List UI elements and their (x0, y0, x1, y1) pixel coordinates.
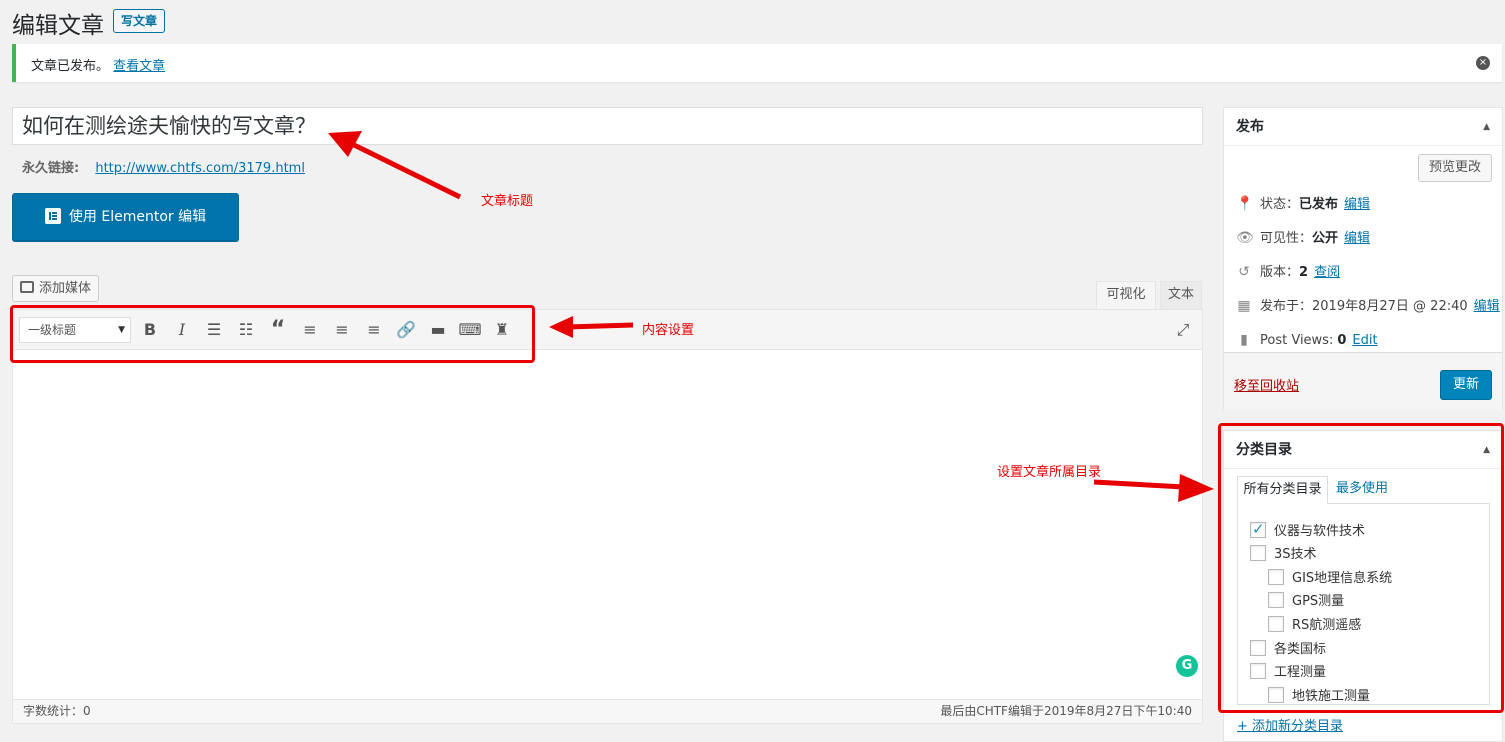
editor-status-bar: 字数统计：0 最后由CHTF编辑于2019年8月27日下午10:40 (13, 699, 1202, 723)
revisions-row: ↺ 版本：2 查阅 (1236, 262, 1340, 282)
edit-views-link[interactable]: Edit (1352, 333, 1377, 348)
post-title-input[interactable]: 如何在测绘途夫愉快的写文章？ (12, 107, 1203, 145)
views-value: 0 (1337, 333, 1347, 348)
fullscreen-icon[interactable]: ⤢ (1171, 318, 1195, 342)
new-post-button[interactable]: 写文章 (113, 9, 166, 33)
visibility-row: 👁 可见性：公开 编辑 (1236, 228, 1370, 248)
media-icon (20, 281, 34, 293)
content-arrow-icon (549, 316, 634, 338)
permalink-label: 永久链接: (22, 161, 80, 176)
post-views-row: ▮ Post Views: 0 Edit (1236, 330, 1377, 350)
publish-box: 发布 ▲ 预览更改 📍 状态：已发布 编辑 👁 可见性：公开 编辑 ↺ 版本：2 查阅 ▦ 发… (1223, 107, 1503, 410)
revisions-label: 版本： (1260, 265, 1300, 280)
elementor-button-label: 使用 Elementor 编辑 (68, 209, 207, 225)
calendar-icon: ▦ (1237, 298, 1251, 314)
visibility-value: 公开 (1312, 231, 1339, 246)
revisions-value: 2 (1299, 265, 1309, 280)
status-row: 📍 状态：已发布 编辑 (1236, 194, 1370, 214)
add-media-label: 添加媒体 (39, 281, 92, 296)
elementor-icon (44, 208, 61, 224)
editor-body[interactable] (13, 350, 1202, 700)
preview-changes-button[interactable]: 预览更改 (1418, 154, 1492, 182)
published-row: ▦ 发布于：2019年8月27日 @ 22:40 编辑 (1236, 296, 1500, 316)
permalink-link[interactable]: http://www.chtfs.com/3179.html (95, 161, 305, 176)
tab-text[interactable]: 文本 (1160, 281, 1202, 309)
publish-actions: 移至回收站 更新 (1224, 352, 1502, 410)
add-new-category-link[interactable]: + 添加新分类目录 (1237, 715, 1343, 734)
status-label: 状态： (1260, 197, 1300, 212)
published-value: 2019年8月27日 @ 22:40 (1312, 299, 1468, 314)
tab-all-categories[interactable]: 所有分类目录 (1237, 476, 1328, 504)
status-value: 已发布 (1299, 197, 1339, 212)
notice-text: 文章已发布。 (31, 59, 110, 74)
publish-heading: 发布 (1236, 119, 1264, 135)
chart-bars-icon: ▮ (1240, 332, 1248, 348)
history-icon: ↺ (1238, 264, 1250, 280)
edit-visibility-link[interactable]: 编辑 (1344, 231, 1370, 246)
category-arrow-icon (1093, 474, 1214, 502)
annotation-title: 文章标题 (481, 194, 534, 209)
page-title: 编辑文章 (12, 13, 104, 39)
edit-status-link[interactable]: 编辑 (1344, 197, 1370, 212)
published-label: 发布于： (1260, 299, 1313, 314)
annotation-content: 内容设置 (642, 323, 695, 338)
dismiss-icon[interactable]: × (1476, 56, 1490, 70)
publish-notice: 文章已发布。 查看文章 × (12, 44, 1502, 82)
category-highlight-box (1218, 423, 1504, 713)
tab-visual[interactable]: 可视化 (1096, 281, 1156, 309)
update-button[interactable]: 更新 (1440, 370, 1492, 400)
notice-message: 文章已发布。 查看文章 (31, 55, 165, 74)
browse-revisions-link[interactable]: 查阅 (1314, 265, 1340, 280)
elementor-edit-button[interactable]: 使用 Elementor 编辑 (12, 193, 239, 241)
content-editor: 一级标题 B I ☰ ☷ “ ≡ ≡ ≡ 🔗 ▬ ⌨ ♜ ⤢ G 字数统计：0 … (12, 309, 1203, 724)
word-count: 字数统计：0 (23, 704, 91, 718)
title-arrow-icon (328, 131, 462, 200)
toolbar-highlight-box (10, 305, 535, 363)
collapse-icon[interactable]: ▲ (1483, 108, 1490, 146)
last-edited: 最后由CHTF编辑于2019年8月27日下午10:40 (940, 704, 1192, 718)
publish-box-header[interactable]: 发布 ▲ (1224, 108, 1502, 146)
eye-icon: 👁 (1236, 230, 1254, 246)
add-media-button[interactable]: 添加媒体 (12, 275, 100, 302)
edit-date-link[interactable]: 编辑 (1474, 299, 1500, 314)
pin-icon: 📍 (1236, 196, 1254, 212)
views-label: Post Views: (1260, 333, 1334, 348)
annotation-category: 设置文章所属目录 (997, 465, 1102, 480)
grammarly-icon[interactable]: G (1176, 655, 1198, 677)
visibility-label: 可见性： (1260, 231, 1313, 246)
move-to-trash-link[interactable]: 移至回收站 (1234, 375, 1299, 394)
view-post-link[interactable]: 查看文章 (113, 59, 165, 74)
permalink: 永久链接: http://www.chtfs.com/3179.html (22, 157, 305, 176)
